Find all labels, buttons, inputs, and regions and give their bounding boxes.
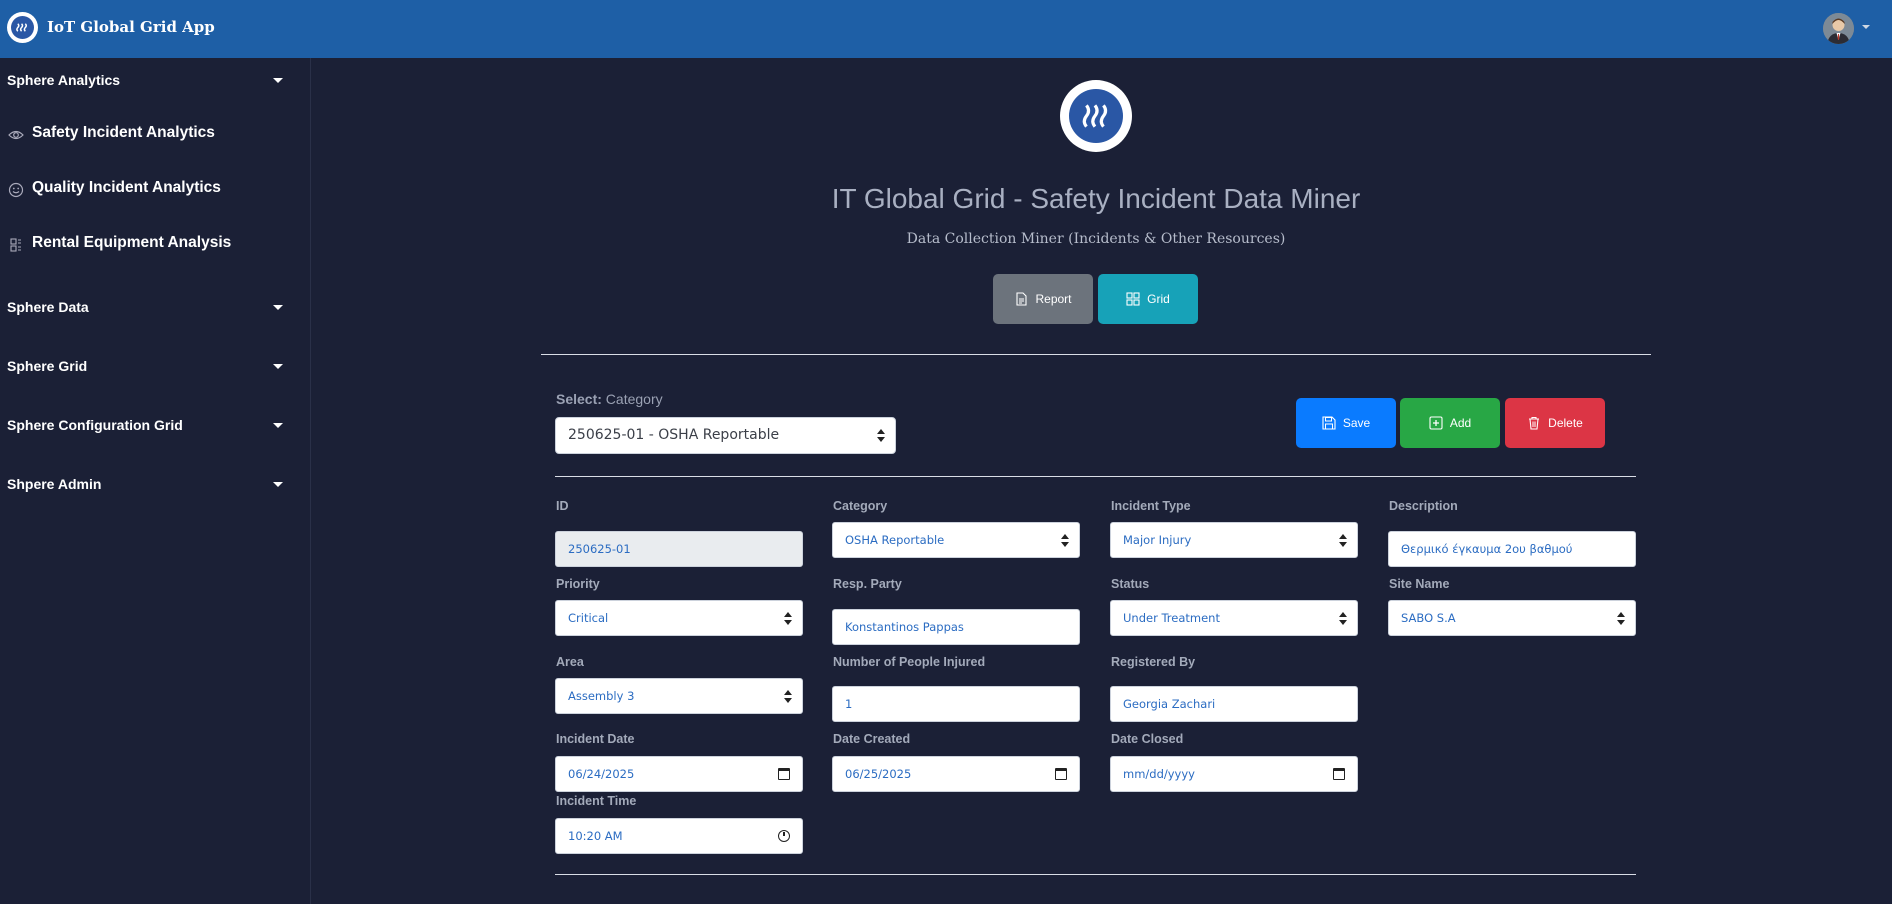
sidebar-section-label: Sphere Configuration Grid (7, 417, 183, 433)
select-arrows-icon (1339, 612, 1347, 625)
caret-down-icon (273, 482, 283, 487)
incident-type-select[interactable]: Major Injury (1110, 522, 1358, 558)
sidebar-section-sphere-data[interactable]: Sphere Data (0, 289, 311, 329)
caret-down-icon (273, 78, 283, 83)
eye-icon (8, 130, 24, 140)
incident-time-field[interactable]: 10:20 AM (555, 818, 803, 854)
incident-date-label: Incident Date (556, 732, 635, 746)
select-arrows-icon (1339, 534, 1347, 547)
sidebar-section-label: Sphere Analytics (7, 72, 121, 88)
sidebar-item-label: Quality Incident Analytics (32, 179, 221, 196)
divider (555, 874, 1636, 875)
page-title: IT Global Grid - Safety Incident Data Mi… (831, 183, 1361, 214)
category-select-value: 250625-01 - OSHA Reportable (568, 427, 780, 443)
people-injured-field[interactable]: 1 (832, 686, 1080, 722)
plus-square-icon (1429, 416, 1443, 430)
user-avatar[interactable] (1823, 13, 1854, 44)
app-title[interactable]: IoT Global Grid App (47, 18, 215, 36)
tool-icon (10, 238, 21, 252)
page-subtitle: Data Collection Miner (Incidents & Other… (906, 231, 1286, 247)
incident-time-label: Incident Time (556, 794, 637, 808)
sidebar-item-label: Safety Incident Analytics (32, 124, 215, 141)
clock-icon[interactable] (778, 830, 790, 842)
sidebar: Sphere Analytics Safety Incident Analyti… (0, 58, 311, 904)
resp-party-label: Resp. Party (833, 577, 902, 591)
category-label: Category (833, 499, 888, 513)
id-field[interactable]: 250625-01 (555, 531, 803, 567)
sidebar-item-quality-incident-analytics[interactable]: Quality Incident Analytics (0, 168, 311, 208)
sidebar-section-label: Shpere Admin (7, 476, 102, 492)
status-label: Status (1111, 577, 1150, 591)
app-logo-icon[interactable] (7, 12, 38, 43)
sidebar-section-sphere-grid[interactable]: Sphere Grid (0, 348, 311, 388)
delete-button[interactable]: Delete (1505, 398, 1605, 448)
top-navbar: IoT Global Grid App (0, 0, 1892, 58)
caret-down-icon (273, 305, 283, 310)
date-created-label: Date Created (833, 732, 911, 746)
user-menu-caret-icon[interactable] (1862, 25, 1870, 29)
incident-date-field[interactable]: 06/24/2025 (555, 756, 803, 792)
date-closed-field[interactable]: mm/dd/yyyy (1110, 756, 1358, 792)
registered-by-field[interactable]: Georgia Zachari (1110, 686, 1358, 722)
date-created-field[interactable]: 06/25/2025 (832, 756, 1080, 792)
sidebar-section-sphere-configuration-grid[interactable]: Sphere Configuration Grid (0, 407, 311, 447)
grid-button-label: Grid (1147, 292, 1170, 306)
calendar-icon[interactable] (778, 768, 790, 780)
resp-party-field[interactable]: Konstantinos Pappas (832, 609, 1080, 645)
select-arrows-icon (1617, 612, 1625, 625)
priority-select[interactable]: Critical (555, 600, 803, 636)
area-select[interactable]: Assembly 3 (555, 678, 803, 714)
status-select[interactable]: Under Treatment (1110, 600, 1358, 636)
site-name-label: Site Name (1389, 577, 1450, 591)
select-arrows-icon (784, 612, 792, 625)
area-label: Area (556, 655, 584, 669)
category-select[interactable]: 250625-01 - OSHA Reportable (555, 417, 896, 454)
description-label: Description (1389, 499, 1458, 513)
grid-icon (1126, 292, 1140, 306)
add-button[interactable]: Add (1400, 398, 1500, 448)
hero-logo-icon (1060, 80, 1132, 152)
select-arrows-icon (1061, 534, 1069, 547)
priority-label: Priority (556, 577, 600, 591)
select-arrows-icon (877, 429, 885, 442)
category-select-field[interactable]: OSHA Reportable (832, 522, 1080, 558)
report-button-label: Report (1035, 292, 1072, 306)
report-button[interactable]: Report (993, 274, 1093, 324)
registered-by-label: Registered By (1111, 655, 1196, 669)
caret-down-icon (273, 423, 283, 428)
calendar-icon[interactable] (1055, 768, 1067, 780)
delete-button-label: Delete (1548, 416, 1583, 430)
sidebar-item-safety-incident-analytics[interactable]: Safety Incident Analytics (0, 113, 311, 153)
sidebar-section-label: Sphere Grid (7, 358, 88, 374)
select-arrows-icon (784, 690, 792, 703)
document-icon (1016, 292, 1028, 306)
save-button-label: Save (1342, 416, 1371, 430)
save-button[interactable]: Save (1296, 398, 1396, 448)
site-name-select[interactable]: SABO S.A (1388, 600, 1636, 636)
add-button-label: Add (1449, 416, 1472, 430)
sidebar-section-sphere-analytics[interactable]: Sphere Analytics (0, 62, 311, 102)
incident-type-label: Incident Type (1111, 499, 1191, 513)
people-injured-label: Number of People Injured (833, 655, 986, 669)
grid-button[interactable]: Grid (1098, 274, 1198, 324)
sidebar-item-rental-equipment-analysis[interactable]: Rental Equipment Analysis (0, 223, 311, 263)
smiley-icon (8, 182, 24, 198)
trash-icon (1529, 416, 1540, 430)
floppy-disk-icon (1322, 416, 1336, 430)
calendar-icon[interactable] (1333, 768, 1345, 780)
divider (541, 354, 1651, 355)
id-label: ID (556, 499, 569, 513)
date-closed-label: Date Closed (1111, 732, 1184, 746)
sidebar-section-label: Sphere Data (7, 299, 89, 315)
category-select-label: Select: Category (556, 391, 663, 407)
sidebar-item-label: Rental Equipment Analysis (32, 234, 232, 251)
sidebar-section-shpere-admin[interactable]: Shpere Admin (0, 466, 311, 506)
description-field[interactable]: Θερμικό έγκαυμα 2ου βαθμού (1388, 531, 1636, 567)
divider (555, 476, 1636, 477)
caret-down-icon (273, 364, 283, 369)
